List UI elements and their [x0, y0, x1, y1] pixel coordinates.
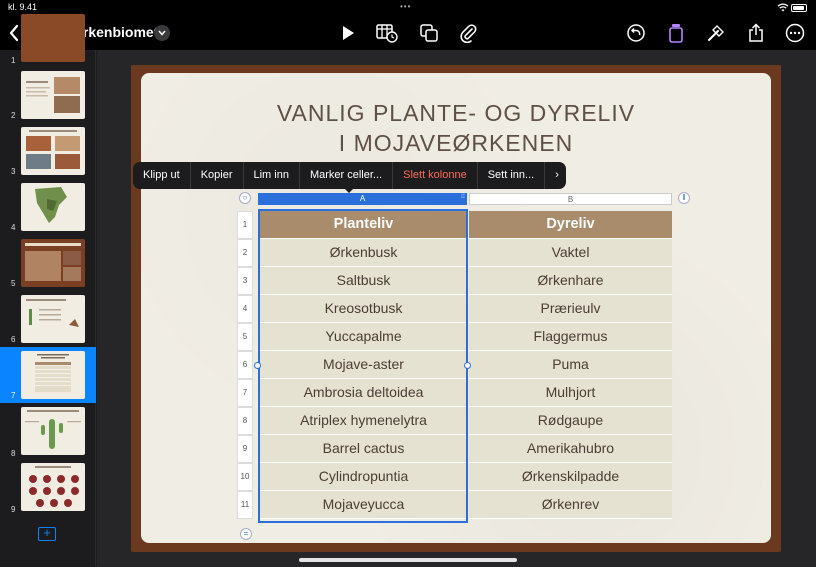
column-header-a[interactable]: A	[258, 193, 467, 205]
table-cell[interactable]: Amerikahubro	[469, 435, 672, 463]
table-cell[interactable]: Prærieulv	[469, 295, 672, 323]
slide-thumbnail-2[interactable]: 2	[0, 69, 96, 123]
slide-thumbnail-9[interactable]: 9	[0, 461, 96, 515]
table-cell[interactable]: Vaktel	[469, 239, 672, 267]
table-clock-icon	[376, 24, 398, 43]
menu-item-cut[interactable]: Klipp ut	[133, 162, 191, 189]
title-menu-button[interactable]	[154, 25, 170, 41]
row-number[interactable]: 5	[237, 323, 253, 351]
table-cell[interactable]: Flaggermus	[469, 323, 672, 351]
row-number[interactable]: 2	[237, 239, 253, 267]
row-number[interactable]: 3	[237, 267, 253, 295]
menu-item-select-cells[interactable]: Marker celler...	[300, 162, 394, 189]
menu-item-delete-column[interactable]: Slett kolonne	[393, 162, 478, 189]
slide-title[interactable]: VANLIG PLANTE- OG DYRELIV I MOJAVEØRKENE…	[141, 98, 771, 158]
undo-icon	[627, 24, 645, 42]
menu-item-copy[interactable]: Kopier	[191, 162, 244, 189]
table-cell[interactable]: Mulhjort	[469, 379, 672, 407]
table-cell[interactable]: Ørkenskilpadde	[469, 463, 672, 491]
status-bar: kl. 9.41 •••	[0, 0, 816, 16]
magic-wand-icon	[708, 25, 724, 41]
column-header-b[interactable]: B	[469, 193, 672, 205]
slide-thumbnail-5[interactable]: 5	[0, 237, 96, 291]
row-number[interactable]: 11	[237, 491, 253, 519]
slide-title-line-2: I MOJAVEØRKENEN	[338, 130, 574, 156]
slide-thumbnail-3[interactable]: 3	[0, 125, 96, 179]
chevron-left-icon	[9, 24, 19, 42]
share-button[interactable]	[744, 21, 768, 45]
chevron-down-icon	[158, 30, 166, 36]
table-cell[interactable]: Barrel cactus	[260, 435, 467, 463]
shapes-button[interactable]	[417, 21, 441, 45]
selection-handle-right[interactable]	[464, 362, 471, 369]
slide-thumbnail-7[interactable]: 7	[0, 347, 96, 403]
slide-navigator: 1 2 3 4 5 6 7 8 9 +	[0, 14, 96, 567]
keynote-app: kl. 9.41 ••• Ørkenbiomet 1 2 3 4 5 6 7 8…	[0, 0, 816, 567]
clock: kl. 9.41	[8, 2, 38, 12]
table-cell[interactable]: Yuccapalme	[260, 323, 467, 351]
context-menu-pointer	[343, 187, 355, 193]
table-cell[interactable]: Mojave-aster	[260, 351, 467, 379]
add-row-handle[interactable]: =	[240, 528, 252, 540]
shapes-icon	[420, 24, 438, 42]
toolbar: Ørkenbiomet	[0, 16, 816, 50]
table-button[interactable]	[375, 21, 399, 45]
table-cell[interactable]: Ørkenhare	[469, 267, 672, 295]
row-number[interactable]: 10	[237, 463, 253, 491]
table-cell[interactable]: Ørkenbusk	[260, 239, 467, 267]
slide-thumbnail-1[interactable]: 1	[0, 14, 96, 66]
more-button[interactable]	[783, 21, 807, 45]
table-cell[interactable]: Rødgaupe	[469, 407, 672, 435]
play-button[interactable]	[336, 21, 360, 45]
slide-thumbnail-8[interactable]: 8	[0, 405, 96, 459]
share-icon	[749, 23, 763, 42]
menu-item-paste[interactable]: Lim inn	[244, 162, 300, 189]
ellipsis-circle-icon	[785, 23, 805, 43]
add-column-handle[interactable]: ǁ	[678, 192, 690, 204]
battery-icon	[791, 4, 807, 12]
header-cell-planteliv[interactable]: Planteliv	[260, 211, 467, 239]
table-cell[interactable]: Ørkenrev	[469, 491, 672, 519]
table-select-handle[interactable]: ○	[239, 192, 251, 204]
animate-button[interactable]	[704, 21, 728, 45]
home-indicator[interactable]	[299, 558, 517, 562]
table-cell[interactable]: Kreosotbusk	[260, 295, 467, 323]
table-cell[interactable]: Ambrosia deltoidea	[260, 379, 467, 407]
table-cell[interactable]: Saltbusk	[260, 267, 467, 295]
row-number[interactable]: 7	[237, 379, 253, 407]
row-number[interactable]: 1	[237, 211, 253, 239]
selection-handle-left[interactable]	[254, 362, 261, 369]
table-cell[interactable]: Puma	[469, 351, 672, 379]
table-cell[interactable]: Atriplex hymenelytra	[260, 407, 467, 435]
table-cell[interactable]: Cylindropuntia	[260, 463, 467, 491]
format-brush-icon	[669, 24, 683, 43]
table-cell[interactable]: Mojaveyucca	[260, 491, 467, 519]
slide-title-line-1: VANLIG PLANTE- OG DYRELIV	[276, 100, 636, 126]
row-number[interactable]: 8	[237, 407, 253, 435]
context-menu: Klipp ut Kopier Lim inn Marker celler...…	[133, 162, 566, 189]
format-button[interactable]	[664, 21, 688, 45]
row-number[interactable]: 4	[237, 295, 253, 323]
attachment-button[interactable]	[456, 21, 480, 45]
undo-button[interactable]	[624, 21, 648, 45]
row-number[interactable]: 6	[237, 351, 253, 379]
column-a-resize-handle[interactable]: ⁞⁞	[461, 193, 465, 200]
add-slide-button[interactable]: +	[38, 526, 56, 541]
header-cell-dyreliv[interactable]: Dyreliv	[469, 211, 672, 239]
menu-item-insert[interactable]: Sett inn...	[478, 162, 546, 189]
slide-thumbnail-6[interactable]: 6	[0, 293, 96, 347]
slide-thumbnail-4[interactable]: 4	[0, 181, 96, 235]
row-number[interactable]: 9	[237, 435, 253, 463]
multitasking-dots[interactable]: •••	[400, 2, 411, 11]
wifi-icon	[777, 3, 789, 14]
play-icon	[343, 26, 354, 40]
menu-more-arrow[interactable]: ›	[545, 162, 569, 189]
paperclip-icon	[460, 24, 477, 43]
